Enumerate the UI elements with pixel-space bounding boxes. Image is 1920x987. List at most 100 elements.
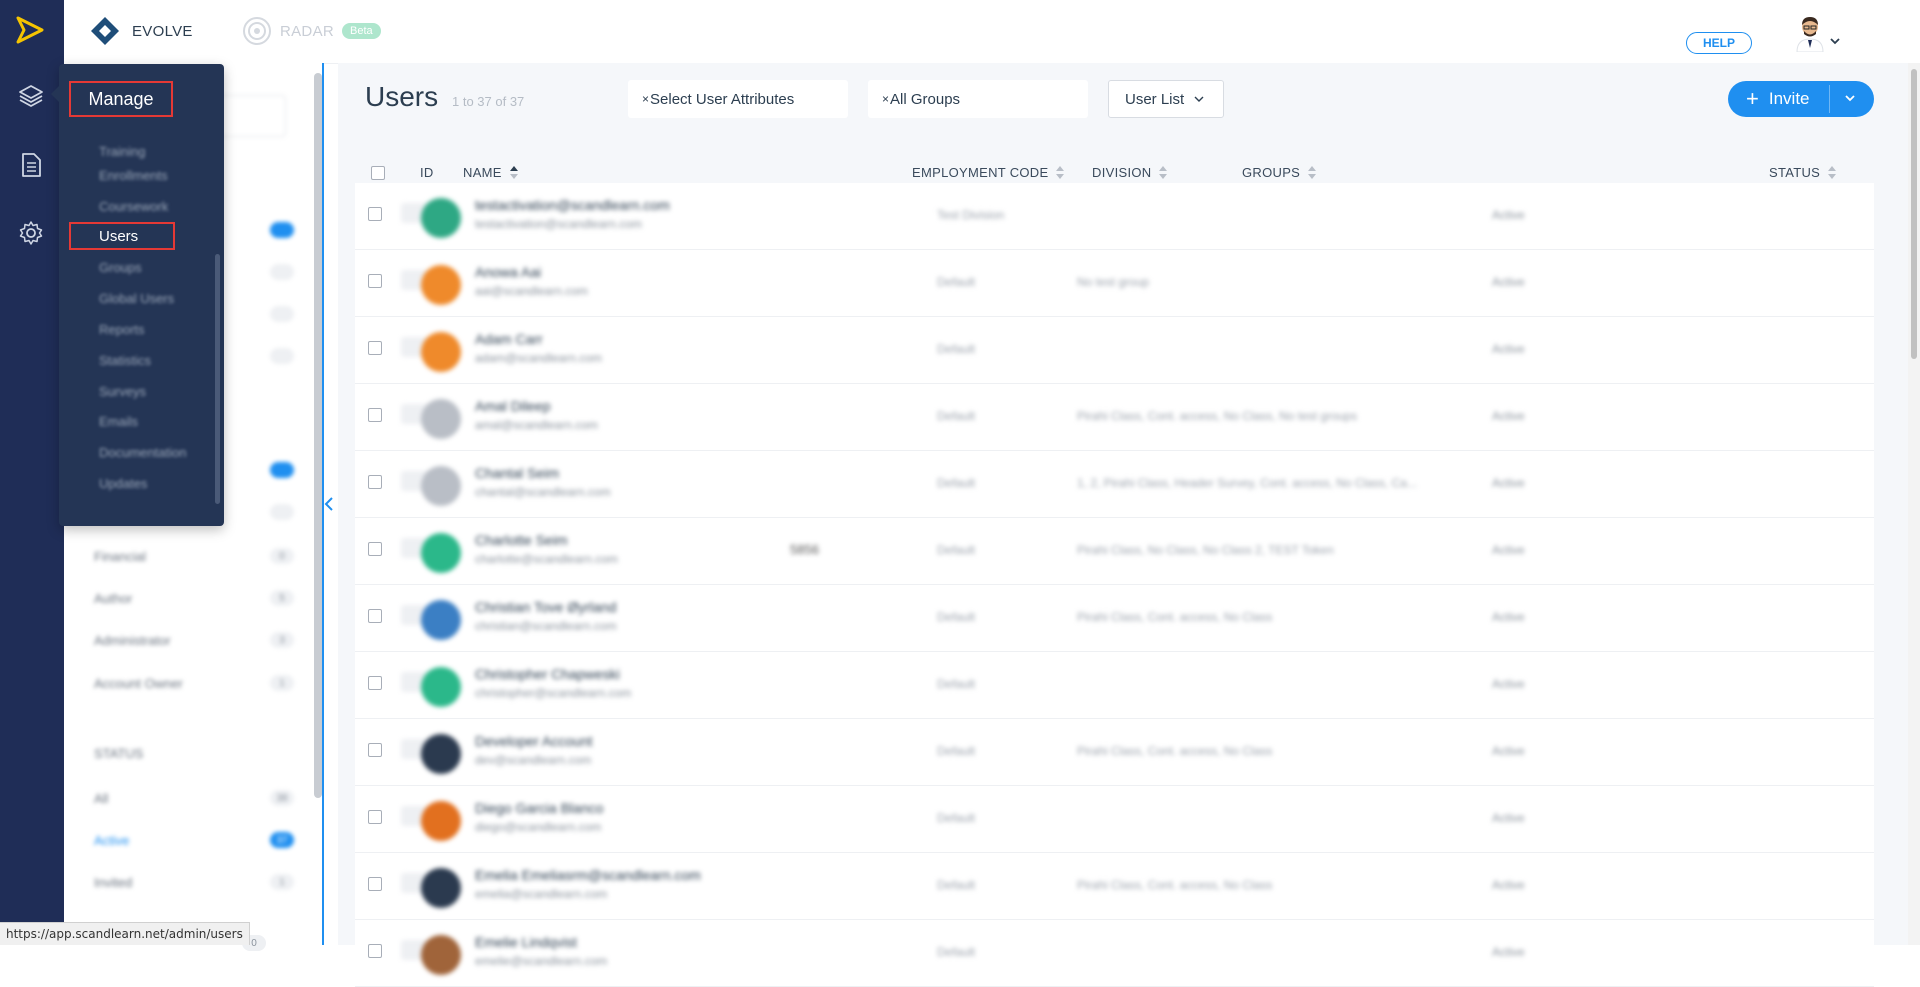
menu-item-training[interactable]: Training xyxy=(99,144,145,159)
table-row[interactable]: Adam Carr adam@scandlearn.com Default Activ… xyxy=(355,317,1874,384)
row-checkbox[interactable] xyxy=(368,475,382,489)
user-name[interactable]: Amal Dileep xyxy=(475,398,550,414)
division: Default xyxy=(937,610,976,624)
user-email: diego@scandlearn.com xyxy=(475,820,602,834)
checkbox[interactable] xyxy=(371,166,385,180)
filter-row-financial[interactable]: Financial 0 xyxy=(94,547,294,565)
user-name[interactable]: Chantal Seim xyxy=(475,465,559,481)
user-avatar[interactable] xyxy=(1792,14,1828,52)
help-button[interactable]: HELP xyxy=(1686,32,1752,54)
user-attributes-filter[interactable]: × Select User Attributes xyxy=(628,80,848,118)
table-row[interactable]: Christian Tove Øyrland christian@scandlea… xyxy=(355,585,1874,652)
table-row[interactable]: Developer Account dev@scandlearn.com Defau… xyxy=(355,719,1874,786)
filter-row-account-owner[interactable]: Account Owner 1 xyxy=(94,674,294,692)
table-row[interactable]: Emelia Emeliasrm@scandlearn.com emelia@sc… xyxy=(355,853,1874,920)
row-checkbox[interactable] xyxy=(368,542,382,556)
groups-filter[interactable]: × All Groups xyxy=(868,80,1088,118)
user-name[interactable]: Anowa Aai xyxy=(475,264,541,280)
filter-label: Invited xyxy=(94,874,133,890)
table-row[interactable]: Chantal Seim chantal@scandlearn.com Defaul… xyxy=(355,451,1874,518)
table-row[interactable]: Anowa Aai aai@scandlearn.com Default No tes… xyxy=(355,250,1874,317)
groups: Pirahi Class, Cont. access, No Class xyxy=(1077,878,1273,892)
table-row[interactable]: Amal Dileep amal@scandlearn.com Default Pir… xyxy=(355,384,1874,451)
status-filter-all[interactable]: All 38 xyxy=(94,789,294,807)
row-checkbox[interactable] xyxy=(368,609,382,623)
row-checkbox[interactable] xyxy=(368,743,382,757)
select-all-checkbox[interactable] xyxy=(371,166,385,180)
chevron-down-icon[interactable] xyxy=(1830,38,1840,45)
menu-scrollbar[interactable] xyxy=(215,254,220,504)
user-name[interactable]: Emelia Emeliasrm@scandlearn.com xyxy=(475,867,701,883)
column-header-id[interactable]: ID xyxy=(420,165,434,180)
division: Default xyxy=(937,811,976,825)
collapse-panel-chevron-icon[interactable] xyxy=(322,494,336,514)
gear-icon[interactable] xyxy=(17,219,45,247)
status-filter-active[interactable]: Active 37 xyxy=(94,831,294,849)
menu-item-emails[interactable]: Emails xyxy=(99,414,138,429)
column-header-name[interactable]: NAME xyxy=(463,165,519,180)
menu-item-global-users[interactable]: Global Users xyxy=(99,291,174,306)
user-avatar-circle xyxy=(421,198,461,238)
filter-row-administrator[interactable]: Administrator 3 xyxy=(94,631,294,649)
sort-icon[interactable] xyxy=(1056,165,1065,180)
row-checkbox[interactable] xyxy=(368,341,382,355)
row-checkbox[interactable] xyxy=(368,274,382,288)
table-row[interactable]: Emelie Lindqvist emelie@scandlearn.com Def… xyxy=(355,920,1874,987)
view-select[interactable]: User List xyxy=(1108,80,1224,118)
filter-panel-scrollbar[interactable] xyxy=(314,73,322,798)
clear-filter-icon[interactable]: × xyxy=(882,92,889,106)
row-checkbox[interactable] xyxy=(368,408,382,422)
user-name[interactable]: Developer Account xyxy=(475,733,593,749)
menu-item-groups[interactable]: Groups xyxy=(99,260,142,275)
user-email: dev@scandlearn.com xyxy=(475,753,592,767)
user-name[interactable]: Diego Garcia Blanco xyxy=(475,800,603,816)
count-badge: 1 xyxy=(270,874,294,890)
table-row[interactable]: Charlotte Seim charlotte@scandlearn.com 58… xyxy=(355,518,1874,585)
user-name[interactable]: testactivation@scandlearn.com xyxy=(475,197,670,213)
row-checkbox[interactable] xyxy=(368,207,382,221)
table-row[interactable]: Christopher Chapweski christopher@scandle… xyxy=(355,652,1874,719)
status-filter-invited[interactable]: Invited 1 xyxy=(94,873,294,891)
chevron-down-icon[interactable] xyxy=(1844,92,1856,104)
column-header-groups[interactable]: GROUPS xyxy=(1242,165,1317,180)
menu-item-statistics[interactable]: Statistics xyxy=(99,353,151,368)
column-header-status[interactable]: STATUS xyxy=(1769,165,1837,180)
manage-menu-title: Manage xyxy=(69,81,173,117)
menu-item-reports[interactable]: Reports xyxy=(99,322,145,337)
sort-icon[interactable] xyxy=(509,165,519,180)
layers-icon[interactable] xyxy=(17,82,45,110)
invite-button[interactable]: + Invite xyxy=(1728,81,1874,117)
row-checkbox[interactable] xyxy=(368,676,382,690)
row-checkbox[interactable] xyxy=(368,944,382,958)
page-scrollbar[interactable] xyxy=(1908,63,1920,945)
app-switch-radar[interactable]: RADAR Beta xyxy=(242,16,381,46)
menu-item-surveys[interactable]: Surveys xyxy=(99,384,146,399)
column-header-division[interactable]: DIVISION xyxy=(1092,165,1168,180)
play-logo-icon[interactable] xyxy=(15,15,45,45)
user-name[interactable]: Christopher Chapweski xyxy=(475,666,620,682)
row-checkbox[interactable] xyxy=(368,810,382,824)
app-name-evolve: EVOLVE xyxy=(132,22,193,40)
user-email: emelia@scandlearn.com xyxy=(475,887,608,901)
sort-icon[interactable] xyxy=(1308,165,1317,180)
app-switch-evolve[interactable]: EVOLVE xyxy=(90,16,193,46)
document-icon[interactable] xyxy=(17,151,45,179)
menu-item-coursework[interactable]: Coursework xyxy=(99,199,168,214)
sort-icon[interactable] xyxy=(1828,165,1837,180)
menu-item-users[interactable]: Users xyxy=(69,222,175,250)
table-row[interactable]: testactivation@scandlearn.com testactivat… xyxy=(355,183,1874,250)
user-name[interactable]: Emelie Lindqvist xyxy=(475,934,577,950)
user-name[interactable]: Christian Tove Øyrland xyxy=(475,599,616,615)
scrollbar-thumb[interactable] xyxy=(1911,69,1917,359)
menu-item-documentation[interactable]: Documentation xyxy=(99,445,186,460)
menu-item-enrollments[interactable]: Enrollments xyxy=(99,168,168,183)
user-name[interactable]: Charlotte Seim xyxy=(475,532,568,548)
row-checkbox[interactable] xyxy=(368,877,382,891)
clear-filter-icon[interactable]: × xyxy=(642,92,649,106)
sort-icon[interactable] xyxy=(1159,165,1168,180)
table-row[interactable]: Diego Garcia Blanco diego@scandlearn.com D… xyxy=(355,786,1874,853)
filter-row-author[interactable]: Author 5 xyxy=(94,589,294,607)
column-header-employment-code[interactable]: EMPLOYMENT CODE xyxy=(912,165,1065,180)
user-name[interactable]: Adam Carr xyxy=(475,331,543,347)
menu-item-updates[interactable]: Updates xyxy=(99,476,147,491)
